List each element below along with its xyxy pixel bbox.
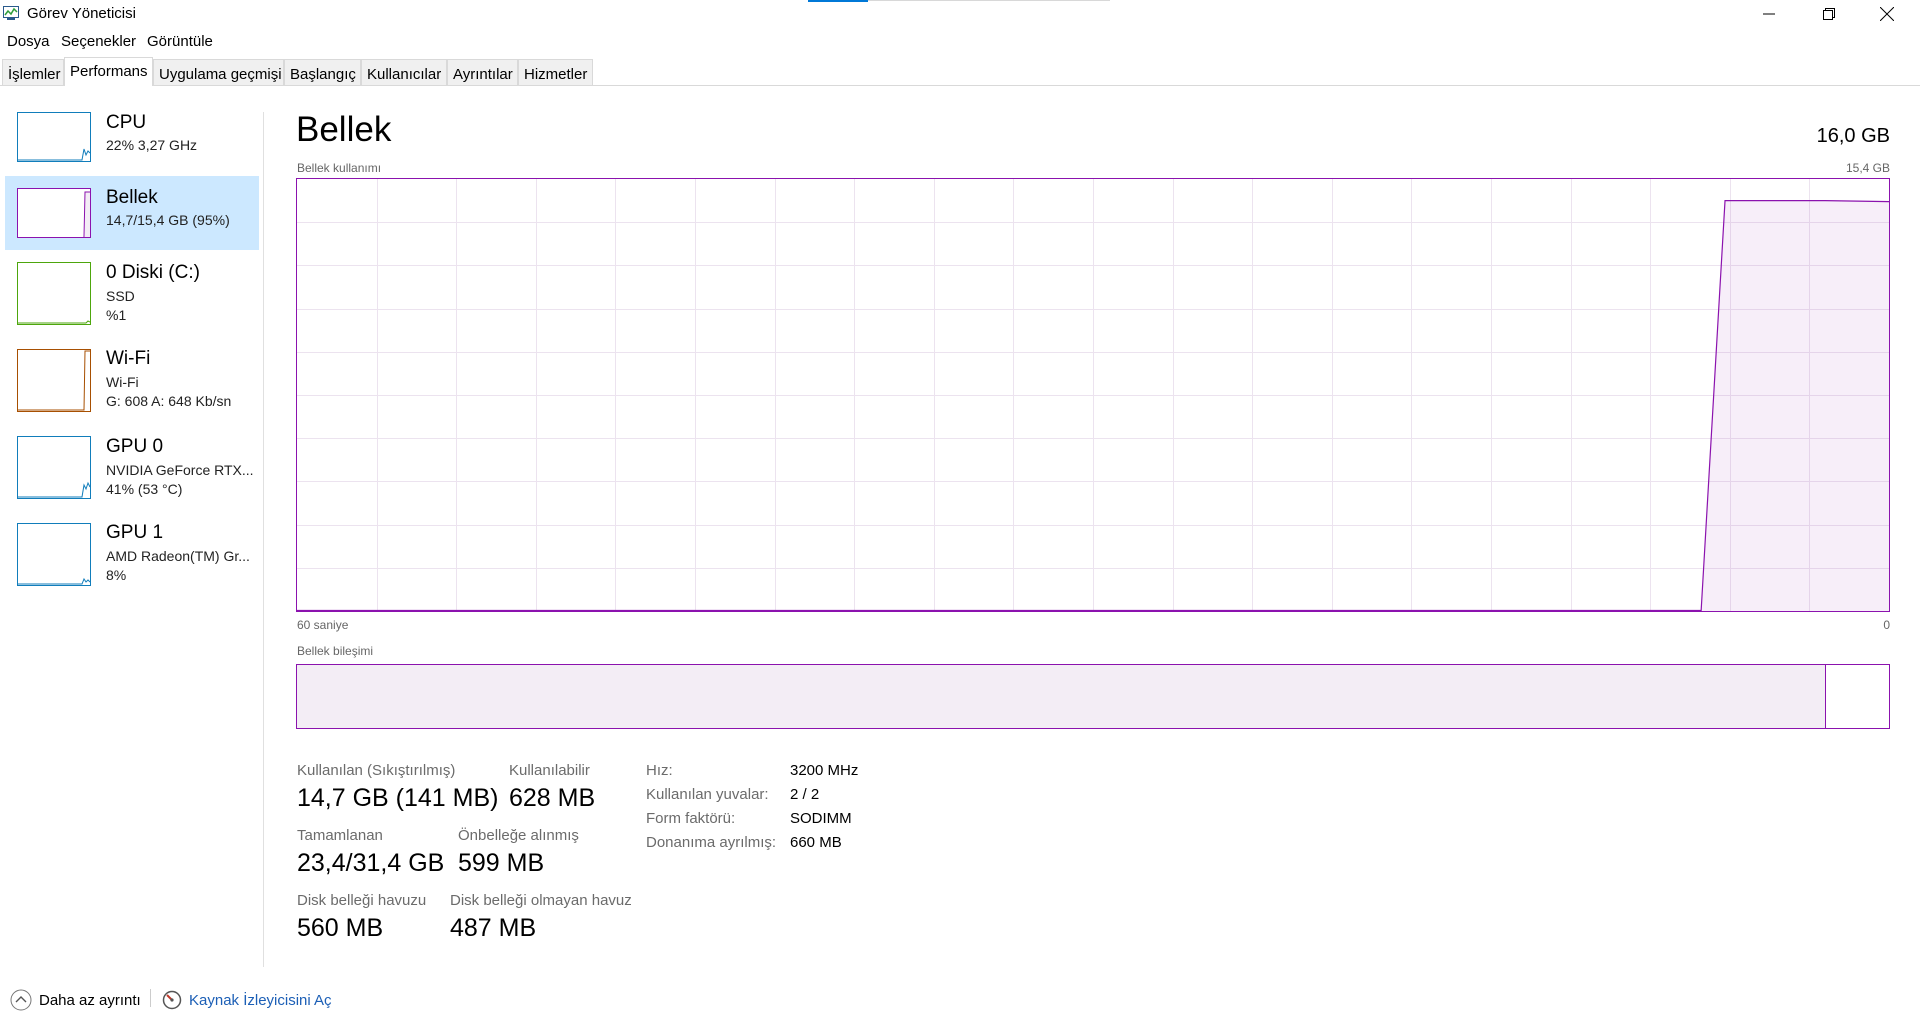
composition-in-use [297, 665, 1827, 728]
sidebar-divider [263, 112, 264, 967]
nonpaged-pool-value: 487 MB [450, 914, 537, 942]
menu-goruntule[interactable]: Görüntüle [147, 33, 213, 50]
disk-thumbnail-graph [17, 262, 91, 325]
cached-label: Önbelleğe alınmış [458, 827, 579, 844]
sidebar-item-detail-2: G: 608 A: 648 Kb/sn [106, 393, 232, 409]
chart-time-left: 60 saniye [297, 618, 349, 632]
sidebar-item-detail-2: %1 [106, 307, 127, 323]
sidebar-item-detail-2: 8% [106, 567, 127, 583]
sidebar-item-detail: Wi-Fi [106, 374, 139, 390]
slots-value: 2 / 2 [790, 786, 820, 803]
hardware-reserved-label: Donanıma ayrılmış: [646, 834, 777, 851]
paged-pool-label: Disk belleği havuzu [297, 892, 427, 909]
speed-value: 3200 MHz [790, 762, 859, 779]
composition-label: Bellek bileşimi [297, 644, 374, 658]
page-title: Bellek [296, 110, 392, 149]
menu-secenekler[interactable]: Seçenekler [61, 33, 136, 50]
title-bar: Görev Yöneticisi [0, 0, 1920, 28]
sidebar-item-title: GPU 1 [106, 522, 164, 543]
committed-value: 23,4/31,4 GB [297, 849, 445, 877]
sidebar-item-detail-2: 41% (53 °C) [106, 481, 183, 497]
sidebar-item-disk[interactable]: 0 Diski (C:) SSD %1 [5, 256, 259, 332]
tab-uygulama-gecmisi[interactable]: Uygulama geçmişi [153, 59, 284, 85]
gpu1-thumbnail-graph [17, 523, 91, 586]
speed-label: Hız: [646, 762, 673, 779]
title-line [868, 0, 1110, 1]
sidebar-item-gpu0[interactable]: GPU 0 NVIDIA GeForce RTX... 41% (53 °C) [5, 430, 259, 508]
chevron-up-circle-icon [10, 989, 32, 1011]
sidebar-item-detail: 22% 3,27 GHz [106, 137, 198, 153]
in-use-value: 14,7 GB (141 MB) [297, 784, 499, 812]
tab-hizmetler[interactable]: Hizmetler [518, 59, 593, 85]
sidebar-item-title: CPU [106, 112, 147, 133]
hardware-reserved-value: 660 MB [790, 834, 842, 851]
available-label: Kullanılabilir [509, 762, 590, 779]
slots-label: Kullanılan yuvalar: [646, 786, 769, 803]
sidebar-item-title: Bellek [106, 187, 158, 208]
memory-thumbnail-graph [17, 188, 91, 238]
nonpaged-pool-label: Disk belleği olmayan havuz [450, 892, 632, 909]
memory-usage-plot [297, 179, 1889, 611]
gpu0-thumbnail-graph [17, 436, 91, 499]
window-title: Görev Yöneticisi [27, 5, 136, 22]
sidebar-item-title: 0 Diski (C:) [106, 262, 200, 283]
sidebar-item-title: GPU 0 [106, 436, 164, 457]
sidebar-item-detail: SSD [106, 288, 135, 304]
memory-usage-chart [296, 178, 1890, 612]
restore-icon [1823, 8, 1835, 20]
wifi-thumbnail-graph [17, 349, 91, 412]
sidebar-item-wifi[interactable]: Wi-Fi Wi-Fi G: 608 A: 648 Kb/sn [5, 343, 259, 421]
committed-label: Tamamlanan [297, 827, 383, 844]
restore-button[interactable] [1800, 0, 1858, 28]
menu-dosya[interactable]: Dosya [7, 33, 50, 50]
tab-ayrintilar[interactable]: Ayrıntılar [447, 59, 518, 85]
total-memory: 16,0 GB [1816, 125, 1890, 147]
footer-divider [150, 989, 151, 1007]
close-icon [1880, 7, 1894, 21]
memory-composition-bar [296, 664, 1890, 729]
usage-chart-label: Bellek kullanımı [297, 161, 382, 175]
tab-bar: İşlemler Performans Uygulama geçmişi Baş… [0, 57, 1920, 86]
resource-monitor-label: Kaynak İzleyicisini Aç [189, 991, 332, 1009]
sidebar-item-bellek[interactable]: Bellek 14,7/15,4 GB (95%) [5, 176, 259, 250]
sidebar-item-detail: NVIDIA GeForce RTX... [106, 462, 254, 478]
tab-performans[interactable]: Performans [64, 57, 153, 86]
cached-value: 599 MB [458, 849, 545, 877]
available-value: 628 MB [509, 784, 596, 812]
title-accent [808, 0, 868, 2]
form-factor-value: SODIMM [790, 810, 852, 827]
resource-monitor-link[interactable]: Kaynak İzleyicisini Aç [162, 989, 332, 1011]
paged-pool-value: 560 MB [297, 914, 384, 942]
fewer-details-button[interactable]: Daha az ayrıntı [10, 989, 141, 1011]
tab-islemler[interactable]: İşlemler [2, 59, 64, 85]
sidebar-item-detail: 14,7/15,4 GB (95%) [106, 212, 230, 228]
cpu-thumbnail-graph [17, 112, 91, 162]
usage-chart-max: 15,4 GB [1845, 161, 1890, 175]
resource-monitor-icon [162, 990, 182, 1010]
fewer-details-label: Daha az ayrıntı [39, 991, 141, 1009]
sidebar-item-cpu[interactable]: CPU 22% 3,27 GHz [5, 103, 259, 173]
minimize-icon [1763, 13, 1775, 15]
task-manager-icon [3, 6, 19, 20]
sidebar-item-gpu1[interactable]: GPU 1 AMD Radeon(TM) Gr... 8% [5, 517, 259, 595]
usage-area [1701, 200, 1889, 611]
in-use-label: Kullanılan (Sıkıştırılmış) [297, 762, 456, 779]
tab-kullanicilar[interactable]: Kullanıcılar [361, 59, 447, 85]
chart-time-right: 0 [1883, 618, 1890, 632]
form-factor-label: Form faktörü: [646, 810, 736, 827]
close-button[interactable] [1858, 0, 1916, 28]
tab-baslangic[interactable]: Başlangıç [284, 59, 361, 85]
sidebar-item-detail: AMD Radeon(TM) Gr... [106, 548, 250, 564]
minimize-button[interactable] [1740, 0, 1798, 28]
sidebar-item-title: Wi-Fi [106, 348, 151, 369]
